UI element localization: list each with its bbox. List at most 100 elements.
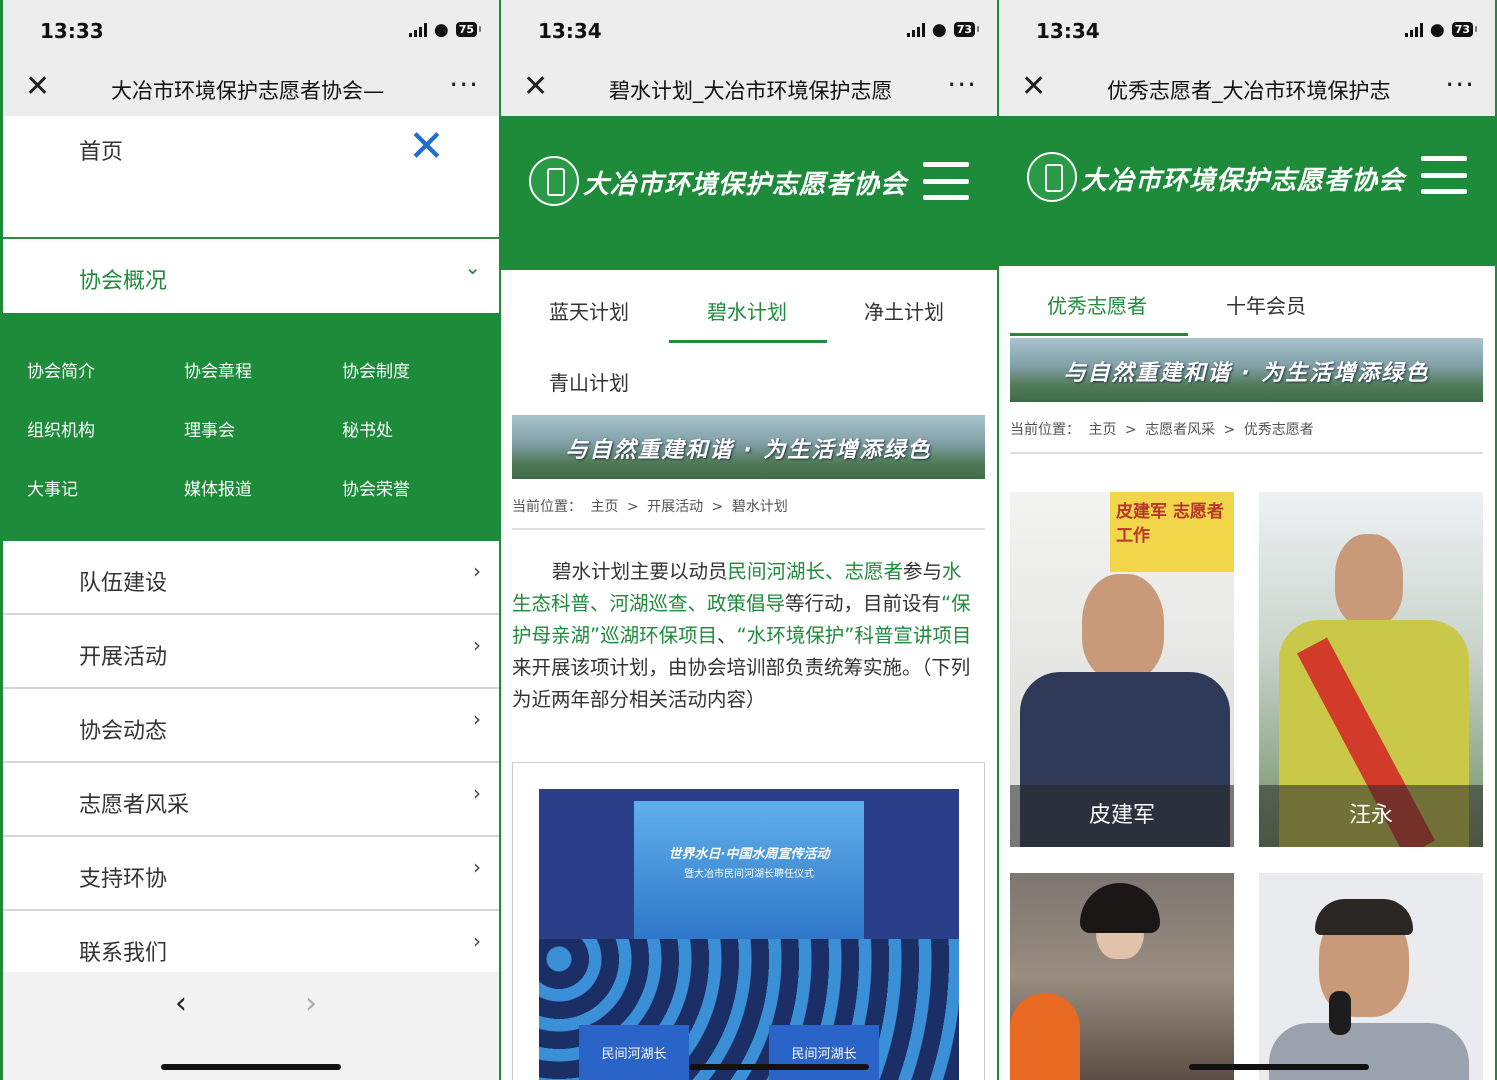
volunteer-card[interactable]: 汪永 bbox=[1259, 492, 1483, 847]
status-bar: 13:33 ● 75 bbox=[3, 0, 499, 62]
submenu-item[interactable]: 媒体报道 bbox=[184, 475, 252, 500]
close-icon[interactable]: ✕ bbox=[25, 71, 50, 103]
menu-item-support[interactable]: 支持环协 › bbox=[3, 837, 499, 911]
screenshot-collage: 13:33 ● 75 ✕ 大冶市环境保护志愿者协会— ··· 首页 ✕ 协会概况… bbox=[0, 0, 1497, 1080]
submenu-item[interactable]: 协会章程 bbox=[184, 357, 252, 382]
site-name[interactable]: 大冶市环境保护志愿者协会 bbox=[1081, 160, 1405, 197]
submenu-item[interactable]: 秘书处 bbox=[342, 416, 393, 441]
wifi-icon: ● bbox=[433, 19, 449, 40]
association-logo-icon[interactable] bbox=[529, 156, 579, 206]
page-title: 大冶市环境保护志愿者协会— bbox=[111, 79, 384, 103]
close-icon[interactable]: ✕ bbox=[523, 71, 548, 103]
wifi-icon: ● bbox=[931, 19, 947, 40]
menu-item-label: 首页 bbox=[79, 140, 124, 165]
breadcrumb-link[interactable]: 主页 bbox=[590, 499, 618, 515]
breadcrumb-separator: > bbox=[1223, 422, 1236, 438]
submenu-item[interactable]: 协会制度 bbox=[342, 357, 410, 382]
menu-item-label: 联系我们 bbox=[79, 941, 168, 966]
association-logo-icon[interactable] bbox=[1027, 152, 1077, 202]
breadcrumb-separator: > bbox=[1124, 422, 1137, 438]
more-options-icon[interactable]: ··· bbox=[1445, 68, 1475, 101]
submenu-item[interactable]: 理事会 bbox=[184, 416, 235, 441]
hamburger-menu-icon[interactable] bbox=[923, 162, 969, 200]
menu-item-activities[interactable]: 开展活动 › bbox=[3, 615, 499, 689]
highlight-text: 民间河湖长、志愿者 bbox=[727, 560, 904, 583]
volunteer-photo bbox=[1082, 574, 1164, 680]
status-time: 13:33 bbox=[40, 19, 104, 43]
phone-panel-water-plan: 13:34 ● 73 ✕ 碧水计划_大冶市环境保护志愿 ··· 大冶市环境保护志… bbox=[501, 0, 997, 1080]
text: 参与 bbox=[903, 560, 943, 583]
menu-item-label: 开展活动 bbox=[79, 645, 168, 670]
volunteer-card[interactable] bbox=[1010, 873, 1234, 1080]
cellular-signal-icon bbox=[1404, 22, 1423, 37]
volunteer-card[interactable] bbox=[1259, 873, 1483, 1080]
browser-navbar: ✕ 大冶市环境保护志愿者协会— ··· bbox=[3, 62, 499, 116]
breadcrumb-current: 优秀志愿者 bbox=[1243, 422, 1314, 438]
breadcrumb-link[interactable]: 主页 bbox=[1088, 422, 1116, 438]
menu-item-label: 队伍建设 bbox=[79, 571, 168, 596]
text: 碧水计划主要以动员 bbox=[552, 560, 728, 583]
site-header: 大冶市环境保护志愿者协会 bbox=[501, 116, 997, 270]
menu-item-label: 志愿者风采 bbox=[79, 793, 190, 818]
volunteer-card[interactable]: 皮建军 志愿者工作 皮建军 bbox=[1010, 492, 1234, 847]
stage-screen: 世界水日·中国水周宣传活动 暨大冶市民间河湖长聘任仪式 bbox=[634, 801, 864, 941]
menu-item-news[interactable]: 协会动态 › bbox=[3, 689, 499, 763]
tab-clean-soil[interactable]: 净土计划 bbox=[864, 296, 944, 325]
submenu-item[interactable]: 组织机构 bbox=[27, 416, 95, 441]
page-title: 优秀志愿者_大冶市环境保护志 bbox=[1107, 79, 1391, 103]
cellular-signal-icon bbox=[408, 22, 427, 37]
tab-outstanding-volunteers[interactable]: 优秀志愿者 bbox=[1047, 290, 1147, 319]
slogan-banner: 与自然重建和谐 · 为生活增添绿色 bbox=[512, 415, 985, 479]
close-icon[interactable]: ✕ bbox=[1021, 71, 1046, 103]
menu-item-team[interactable]: 队伍建设 › bbox=[3, 541, 499, 615]
activity-photo-card[interactable]: 世界水日·中国水周宣传活动 暨大冶市民间河湖长聘任仪式 民间河湖长 民间河湖长 bbox=[512, 762, 985, 1080]
browser-navbar: ✕ 碧水计划_大冶市环境保护志愿 ··· bbox=[501, 62, 997, 116]
tab-ten-year-members[interactable]: 十年会员 bbox=[1226, 290, 1306, 319]
breadcrumb: 当前位置： 主页 > 开展活动 > 碧水计划 bbox=[512, 496, 792, 516]
active-tab-indicator bbox=[1010, 333, 1188, 336]
chevron-right-icon: › bbox=[473, 855, 481, 879]
chevron-right-icon: › bbox=[473, 707, 481, 731]
vest-text: 民间河湖长 bbox=[769, 1025, 879, 1080]
submenu-item[interactable]: 协会简介 bbox=[27, 357, 95, 382]
chevron-right-icon: › bbox=[473, 633, 481, 657]
menu-item-volunteers[interactable]: 志愿者风采 › bbox=[3, 763, 499, 837]
tab-clear-water[interactable]: 碧水计划 bbox=[707, 296, 787, 325]
chevron-right-icon: › bbox=[473, 929, 481, 953]
volunteer-sign: 皮建军 志愿者工作 bbox=[1110, 492, 1234, 572]
site-name[interactable]: 大冶市环境保护志愿者协会 bbox=[583, 164, 907, 201]
home-indicator bbox=[689, 1064, 869, 1070]
volunteer-photo bbox=[1010, 993, 1080, 1080]
tab-blue-sky[interactable]: 蓝天计划 bbox=[549, 296, 629, 325]
status-time: 13:34 bbox=[538, 19, 602, 43]
submenu-item[interactable]: 协会荣誉 bbox=[342, 475, 410, 500]
intro-paragraph: 碧水计划主要以动员民间河湖长、志愿者参与水生态科普、河湖巡查、政策倡导等行动，目… bbox=[512, 556, 978, 716]
browser-navbar: ✕ 优秀志愿者_大冶市环境保护志 ··· bbox=[999, 62, 1495, 116]
breadcrumb-separator: > bbox=[626, 499, 639, 515]
forward-icon[interactable]: › bbox=[305, 986, 317, 1021]
battery-icon: 73 bbox=[953, 22, 980, 37]
battery-icon: 75 bbox=[455, 22, 482, 37]
breadcrumb-link[interactable]: 开展活动 bbox=[647, 499, 703, 515]
divider bbox=[512, 528, 985, 530]
close-menu-icon[interactable]: ✕ bbox=[408, 122, 445, 172]
phone-panel-volunteers: 13:34 ● 73 ✕ 优秀志愿者_大冶市环境保护志 ··· 大冶市环境保护志… bbox=[999, 0, 1495, 1080]
submenu-overview: 协会简介 协会章程 协会制度 组织机构 理事会 秘书处 大事记 媒体报道 协会荣… bbox=[3, 313, 499, 541]
submenu-item[interactable]: 大事记 bbox=[27, 475, 78, 500]
more-options-icon[interactable]: ··· bbox=[947, 68, 977, 101]
breadcrumb-link[interactable]: 志愿者风采 bbox=[1145, 422, 1215, 438]
tab-green-hills[interactable]: 青山计划 bbox=[549, 367, 629, 396]
chevron-right-icon: › bbox=[473, 559, 481, 583]
hamburger-menu-icon[interactable] bbox=[1421, 156, 1467, 194]
active-tab-indicator bbox=[669, 340, 827, 343]
more-options-icon[interactable]: ··· bbox=[449, 68, 479, 101]
back-icon[interactable]: ‹ bbox=[175, 986, 187, 1021]
site-header: 大冶市环境保护志愿者协会 bbox=[999, 116, 1495, 266]
menu-item-overview[interactable]: 协会概况 ⌄ bbox=[3, 241, 499, 313]
browser-toolbar: ‹ › bbox=[3, 972, 499, 1080]
volunteer-photo bbox=[1269, 1023, 1469, 1080]
menu-item-home[interactable]: 首页 ✕ bbox=[3, 116, 499, 239]
text: 来开展该项计划，由协会培训部负责统筹实施。（下列为近两年部分相关活动内容） bbox=[512, 656, 971, 711]
menu-item-label: 协会概况 bbox=[79, 269, 168, 294]
battery-icon: 73 bbox=[1451, 22, 1478, 37]
